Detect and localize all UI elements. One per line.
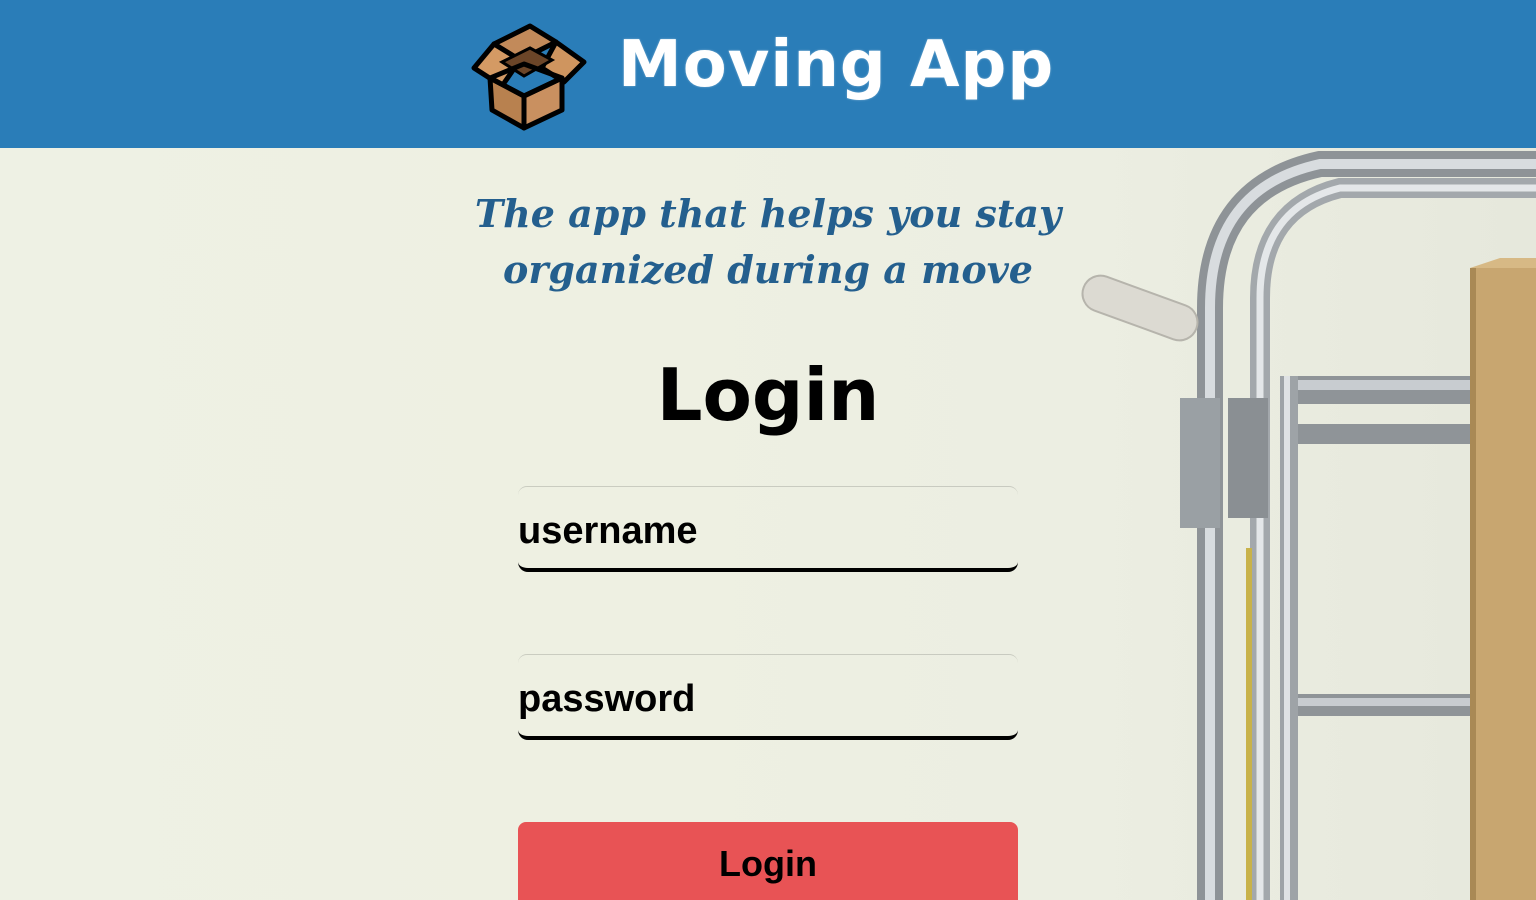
tagline-line-2: organized during a move (503, 247, 1033, 292)
hand-truck-image (1081, 151, 1536, 900)
login-button[interactable]: Login (518, 822, 1018, 900)
password-input[interactable] (518, 676, 1018, 722)
tagline: The app that helps you stay organized du… (468, 186, 1068, 298)
app-header: Moving App (0, 0, 1536, 148)
password-field (518, 654, 1018, 740)
cardboard-box-icon (471, 23, 587, 131)
tagline-line-1: The app that helps you stay (474, 191, 1062, 236)
username-input[interactable] (518, 508, 1018, 554)
login-heading: Login (656, 353, 880, 437)
username-field (518, 486, 1018, 572)
login-page: Moving App The app that helps you stay o… (0, 0, 1536, 900)
app-title: Moving App (618, 28, 1055, 102)
